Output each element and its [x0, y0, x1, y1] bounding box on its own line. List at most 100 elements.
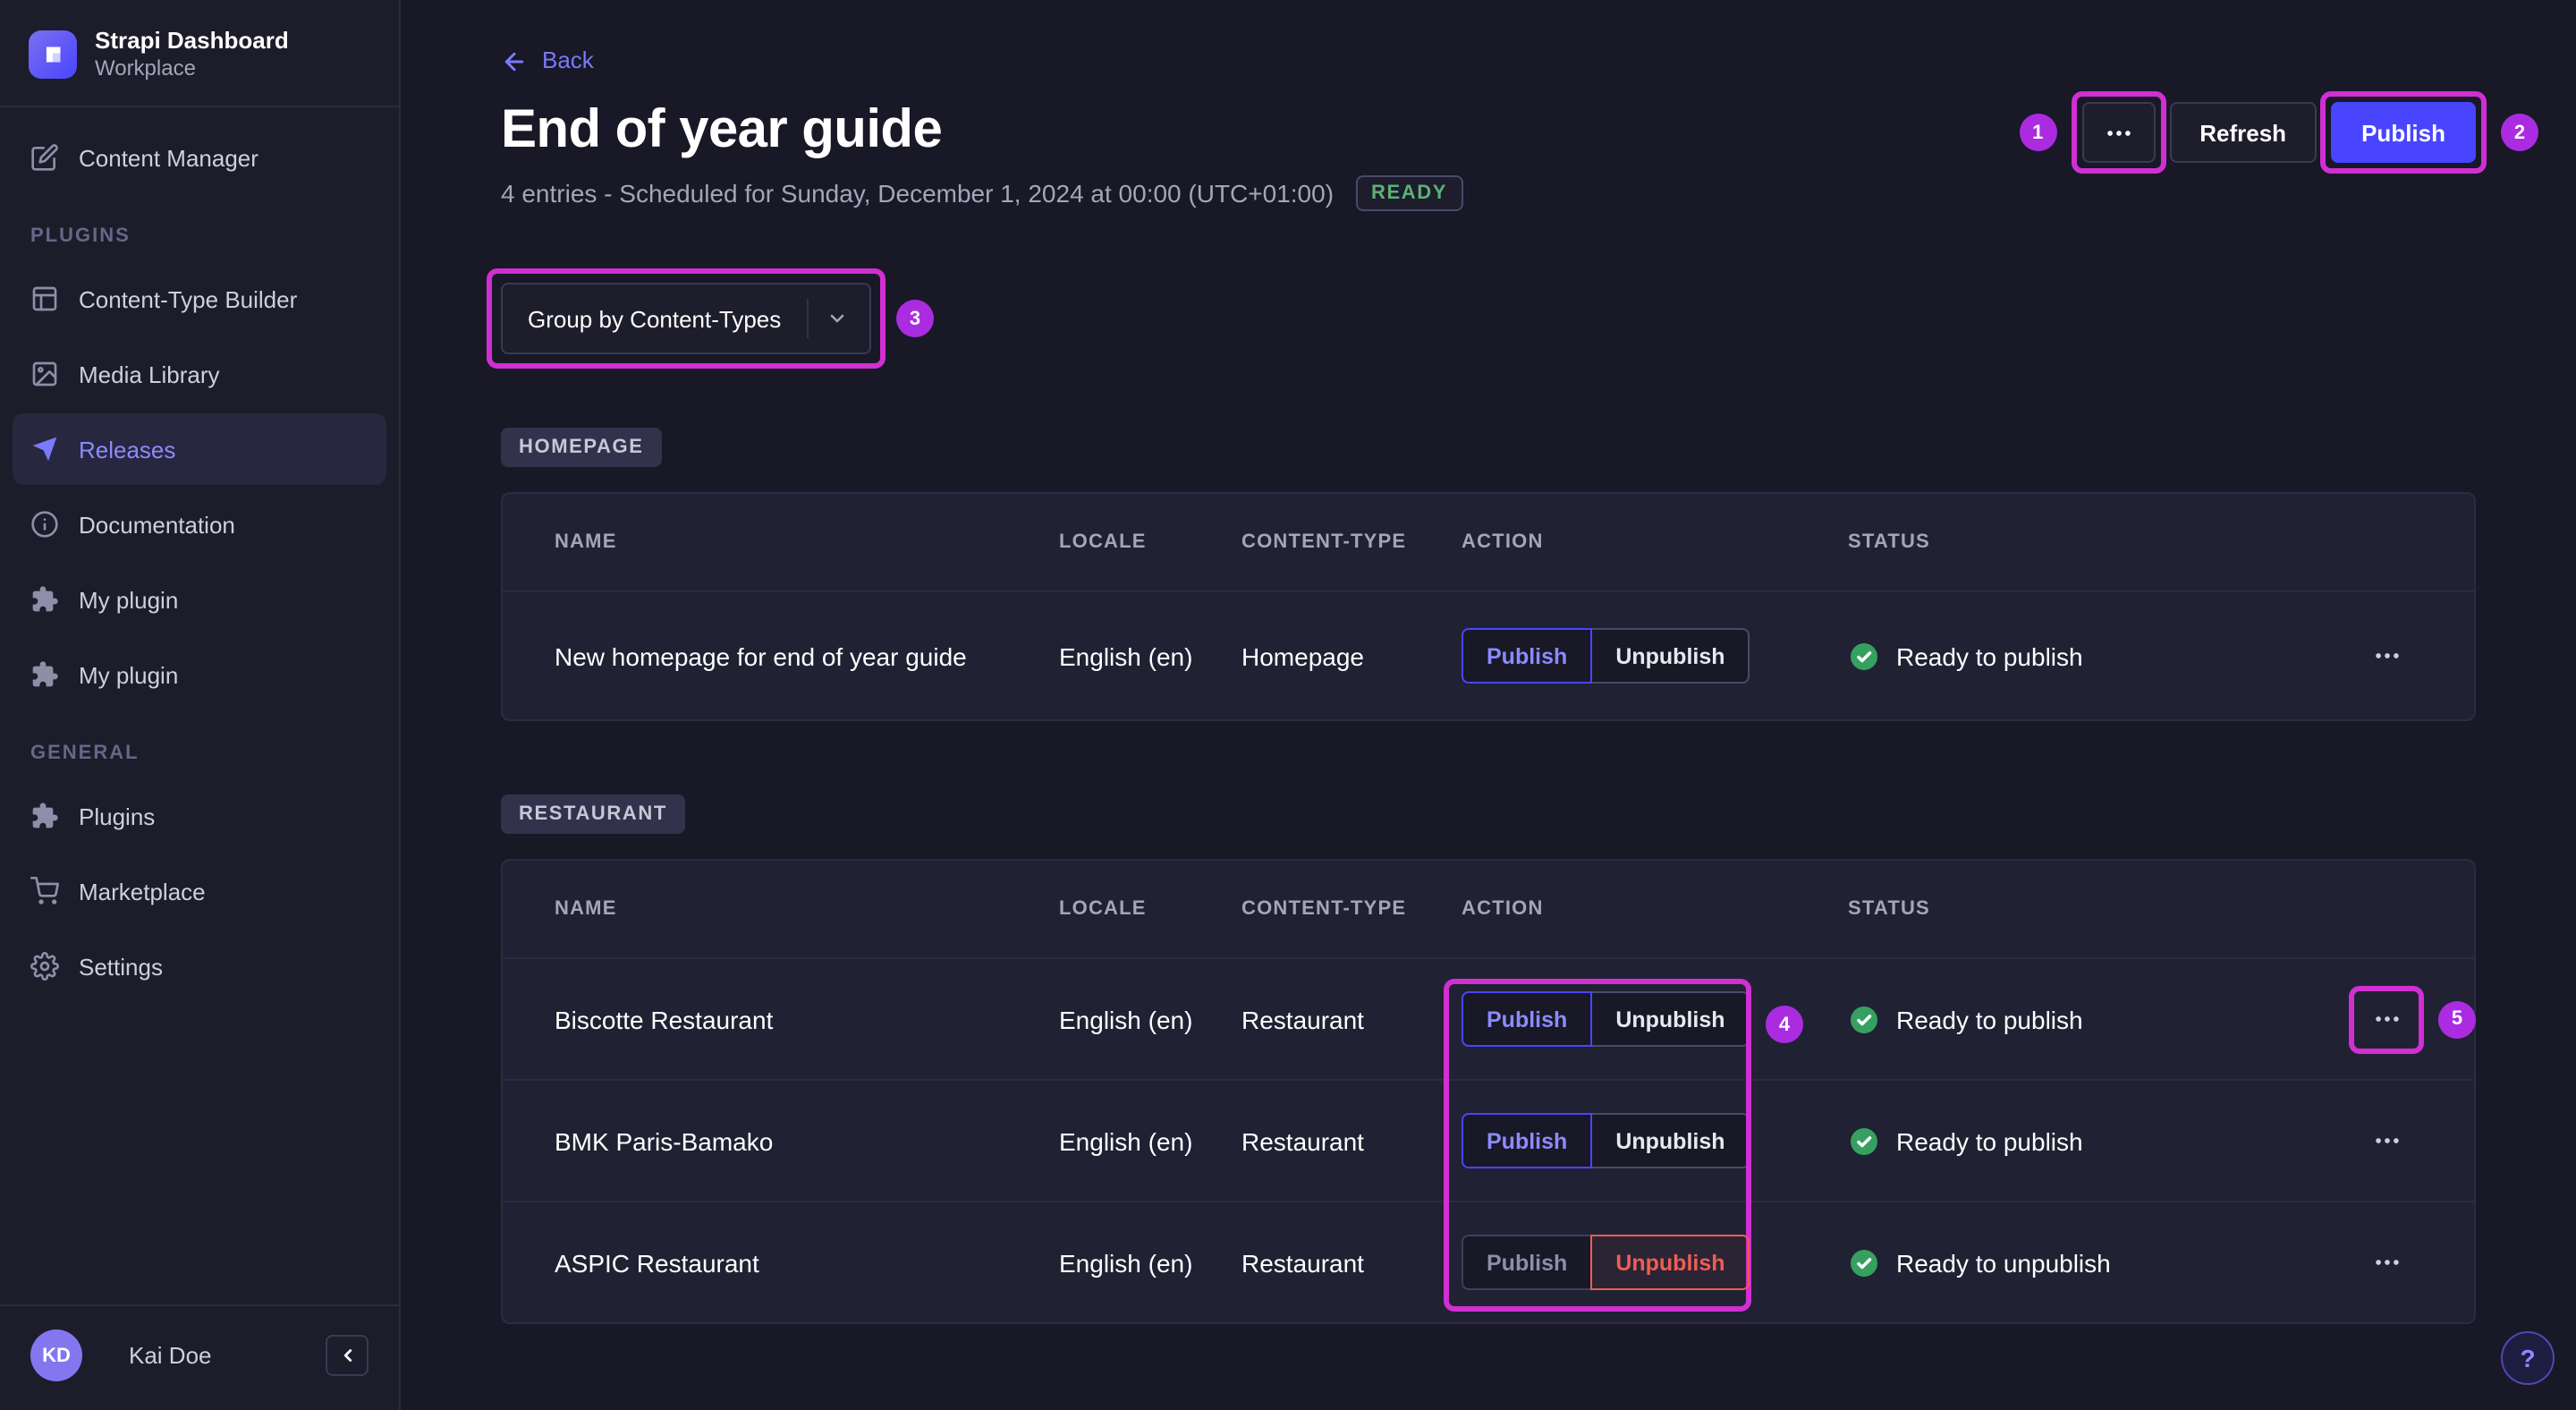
sidebar-item-marketplace[interactable]: Marketplace [0, 855, 399, 927]
publish-action-button[interactable]: Publish [1462, 1235, 1593, 1290]
row-more-button[interactable] [2360, 633, 2413, 679]
column-name: NAME [555, 531, 617, 553]
chevron-down-icon [807, 299, 848, 338]
entry-locale: English (en) [1059, 641, 1193, 670]
action-toggle: Publish Unpublish [1462, 1235, 1750, 1290]
entry-locale: English (en) [1059, 1005, 1193, 1033]
row-more-button[interactable] [2360, 1117, 2413, 1164]
sidebar-item-label: Content-Type Builder [79, 285, 298, 312]
gear-icon [30, 952, 59, 981]
collapse-sidebar-button[interactable] [326, 1335, 369, 1376]
app-window: Strapi Dashboard Workplace Content Manag… [0, 0, 2576, 1410]
entry-locale: English (en) [1059, 1248, 1193, 1277]
back-link[interactable]: Back [501, 45, 594, 77]
group-by-select[interactable]: Group by Content-Types [501, 283, 871, 354]
table-row[interactable]: BMK Paris-Bamako English (en) Restaurant… [503, 1079, 2474, 1201]
sidebar-item-label: Plugins [79, 803, 156, 829]
help-button[interactable]: ? [2501, 1331, 2555, 1385]
table-header: NAME LOCALE CONTENT-TYPE ACTION STATUS [503, 494, 2474, 590]
sidebar-item-documentation[interactable]: Documentation [0, 488, 399, 560]
check-circle-icon [1851, 642, 1877, 669]
ellipsis-icon [2375, 653, 2398, 658]
annotation-badge-3: 3 [896, 300, 934, 337]
annotation-badge-5: 5 [2438, 1000, 2476, 1038]
sidebar-item-settings[interactable]: Settings [0, 930, 399, 1002]
entry-name: New homepage for end of year guide [555, 641, 967, 670]
pencil-icon [30, 143, 59, 172]
row-more-button[interactable] [2360, 1239, 2413, 1286]
check-circle-icon [1851, 1249, 1877, 1276]
sidebar: Strapi Dashboard Workplace Content Manag… [0, 0, 401, 1410]
action-toggle: Publish Unpublish [1462, 991, 1750, 1047]
puzzle-icon [30, 802, 59, 830]
unpublish-action-button[interactable]: Unpublish [1590, 1235, 1750, 1290]
entry-name: Biscotte Restaurant [555, 1005, 774, 1033]
unpublish-action-button[interactable]: Unpublish [1590, 628, 1750, 684]
homepage-table: NAME LOCALE CONTENT-TYPE ACTION STATUS N… [501, 492, 2476, 721]
annotation-wrap-3: Group by Content-Types 3 [487, 268, 934, 369]
sidebar-item-label: My plugin [79, 661, 179, 688]
entry-status: Ready to publish [1896, 1126, 2083, 1155]
publish-action-button[interactable]: Publish [1462, 1113, 1593, 1168]
entry-name: BMK Paris-Bamako [555, 1126, 774, 1155]
annotation-wrap-1: 1 [2019, 91, 2166, 174]
entry-status: Ready to publish [1896, 1005, 2083, 1033]
strapi-logo [29, 30, 77, 79]
annotation-wrap-2: Publish 2 [2320, 91, 2538, 174]
sidebar-item-releases[interactable]: Releases [13, 413, 386, 485]
sidebar-item-label: Marketplace [79, 878, 206, 905]
group-badge-restaurant: RESTAURANT [501, 794, 685, 834]
content-group-homepage: HOMEPAGE NAME LOCALE CONTENT-TYPE ACTION… [501, 428, 2476, 721]
sidebar-item-plugins[interactable]: Plugins [0, 780, 399, 852]
image-icon [30, 360, 59, 388]
column-locale: LOCALE [1059, 898, 1147, 920]
table-row[interactable]: New homepage for end of year guide Engli… [503, 590, 2474, 719]
workspace-text: Strapi Dashboard Workplace [95, 27, 289, 82]
arrow-left-icon [504, 51, 524, 71]
workspace-title: Strapi Dashboard [95, 27, 289, 54]
sidebar-footer: KD Kai Doe [0, 1304, 399, 1410]
table-header: NAME LOCALE CONTENT-TYPE ACTION STATUS [503, 861, 2474, 957]
status-badge: READY [1355, 175, 1464, 211]
entry-content-type: Restaurant [1241, 1126, 1364, 1155]
refresh-button[interactable]: Refresh [2169, 102, 2318, 163]
unpublish-action-button[interactable]: Unpublish [1590, 991, 1750, 1047]
sidebar-item-my-plugin-2[interactable]: My plugin [0, 639, 399, 710]
sidebar-item-my-plugin-1[interactable]: My plugin [0, 564, 399, 635]
entry-locale: English (en) [1059, 1126, 1193, 1155]
column-locale: LOCALE [1059, 531, 1147, 553]
sidebar-item-media-library[interactable]: Media Library [0, 338, 399, 410]
user-name: Kai Doe [129, 1342, 212, 1369]
ellipsis-icon [2375, 1016, 2398, 1022]
sidebar-item-content-type-builder[interactable]: Content-Type Builder [0, 263, 399, 335]
avatar[interactable]: KD [30, 1329, 82, 1381]
ellipsis-icon [2375, 1260, 2398, 1265]
table-row[interactable]: Biscotte Restaurant English (en) Restaur… [503, 957, 2476, 1079]
publish-release-button[interactable]: Publish [2331, 102, 2476, 163]
table-row[interactable]: ASPIC Restaurant English (en) Restaurant… [503, 1201, 2474, 1322]
unpublish-action-button[interactable]: Unpublish [1590, 1113, 1750, 1168]
column-status: STATUS [1848, 531, 1930, 553]
sidebar-section-plugins: PLUGINS [30, 225, 131, 247]
group-badge-homepage: HOMEPAGE [501, 428, 662, 467]
release-more-actions-button[interactable] [2081, 102, 2156, 163]
entry-status: Ready to unpublish [1896, 1248, 2111, 1277]
entry-status: Ready to publish [1896, 641, 2083, 670]
group-by-value: Group by Content-Types [528, 305, 782, 332]
action-toggle: Publish Unpublish [1462, 628, 1750, 684]
layout-icon [30, 285, 59, 313]
sidebar-item-label: Documentation [79, 511, 235, 538]
sidebar-item-content-manager[interactable]: Content Manager [0, 122, 399, 193]
cart-icon [30, 877, 59, 905]
annotation-wrap-5: 5 [2349, 985, 2476, 1053]
chevron-left-icon [343, 1349, 352, 1362]
column-action: ACTION [1462, 531, 1544, 553]
sidebar-item-label: Settings [79, 953, 163, 980]
publish-action-button[interactable]: Publish [1462, 991, 1593, 1047]
back-label: Back [542, 47, 594, 73]
publish-action-button[interactable]: Publish [1462, 628, 1593, 684]
sidebar-section-general: GENERAL [30, 743, 140, 764]
row-more-button[interactable] [2360, 996, 2413, 1042]
action-toggle: Publish Unpublish [1462, 1113, 1750, 1168]
workspace-switcher[interactable]: Strapi Dashboard Workplace [0, 0, 399, 106]
